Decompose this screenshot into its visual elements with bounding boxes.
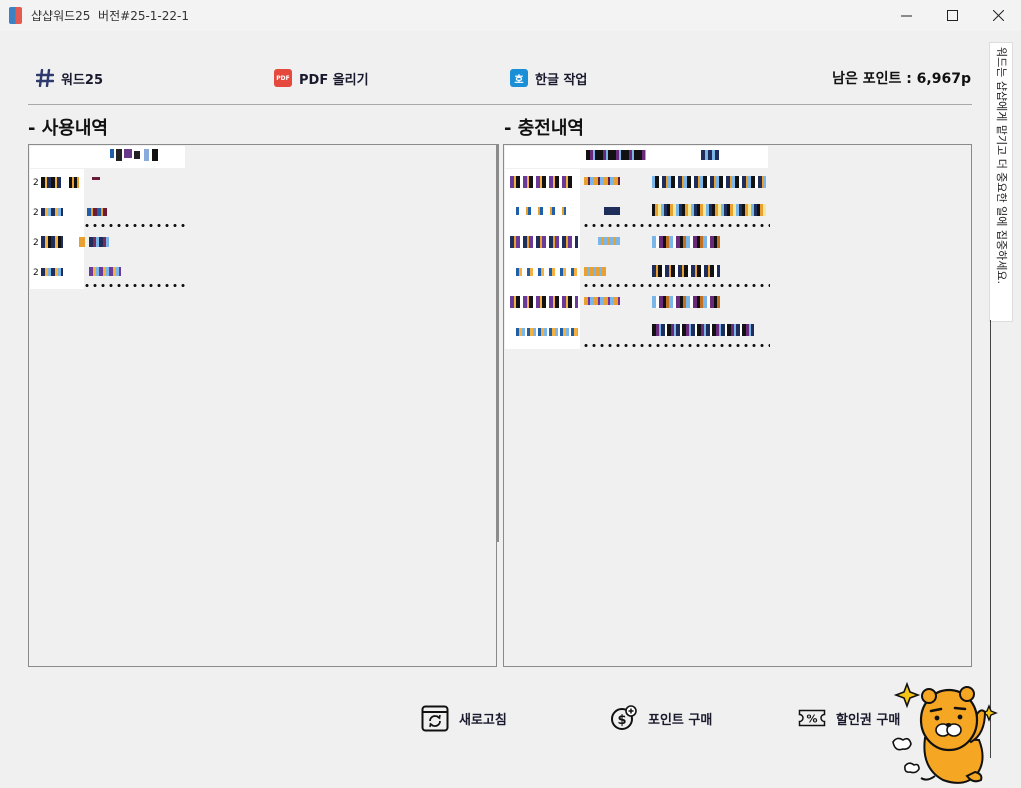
hangul-icon: 호 xyxy=(510,69,528,87)
hash-icon xyxy=(36,69,54,87)
charge-history-panel[interactable] xyxy=(503,144,972,667)
usage-history-panel[interactable]: 2 2 2 2 xyxy=(28,144,497,667)
buy-points-button[interactable]: $ 포인트 구매 xyxy=(610,704,712,732)
charge-date-column xyxy=(505,169,580,349)
svg-text:$: $ xyxy=(617,713,626,728)
remaining-points: 남은 포인트 : 6,967p xyxy=(832,71,971,87)
maximize-icon xyxy=(946,10,958,21)
row-text: 2 xyxy=(33,178,39,188)
divider xyxy=(28,104,972,105)
minimize-icon xyxy=(900,15,912,17)
row-text: 2 xyxy=(33,268,39,278)
hangul-work-button[interactable]: 호 한글 작업 xyxy=(510,66,587,90)
charge-history-title: - 충전내역 xyxy=(504,118,584,139)
maximize-button[interactable] xyxy=(929,0,975,31)
usage-header-row xyxy=(30,146,185,168)
refresh-icon xyxy=(421,704,449,732)
pdf-upload-label: PDF 올리기 xyxy=(299,72,369,88)
usage-history-title: - 사용내역 xyxy=(28,118,108,139)
svg-text:%: % xyxy=(806,713,817,726)
charge-header-row xyxy=(505,146,768,168)
hangul-work-label: 한글 작업 xyxy=(535,72,588,88)
mascot-lion-icon xyxy=(892,681,998,784)
pdf-icon: PDF xyxy=(274,69,292,87)
minimize-button[interactable] xyxy=(883,0,929,31)
title-bar: 샵샵워드25 버전#25-1-22-1 xyxy=(0,0,1021,31)
close-icon xyxy=(992,10,1004,21)
word25-button[interactable]: 워드25 xyxy=(36,66,103,90)
app-icon xyxy=(9,7,22,24)
coupon-icon: % xyxy=(798,707,826,729)
side-promo-text: 워드는 샵샵에게 맡기고 더 중요한 일에 집중하세요. xyxy=(995,47,1008,284)
coin-plus-icon: $ xyxy=(610,704,638,732)
pdf-upload-button[interactable]: PDF PDF 올리기 xyxy=(274,66,369,90)
usage-scrollbar[interactable] xyxy=(496,144,499,542)
row-text: 2 xyxy=(33,238,39,248)
window-title: 샵샵워드25 버전#25-1-22-1 xyxy=(31,9,189,23)
buy-points-label: 포인트 구매 xyxy=(648,712,713,728)
refresh-button[interactable]: 새로고침 xyxy=(421,704,507,732)
close-button[interactable] xyxy=(975,0,1021,31)
refresh-label: 새로고침 xyxy=(459,712,507,728)
word25-label: 워드25 xyxy=(61,72,104,88)
side-promo-tab[interactable]: 워드는 샵샵에게 맡기고 더 중요한 일에 집중하세요. xyxy=(989,42,1013,322)
row-text: 2 xyxy=(33,208,39,218)
